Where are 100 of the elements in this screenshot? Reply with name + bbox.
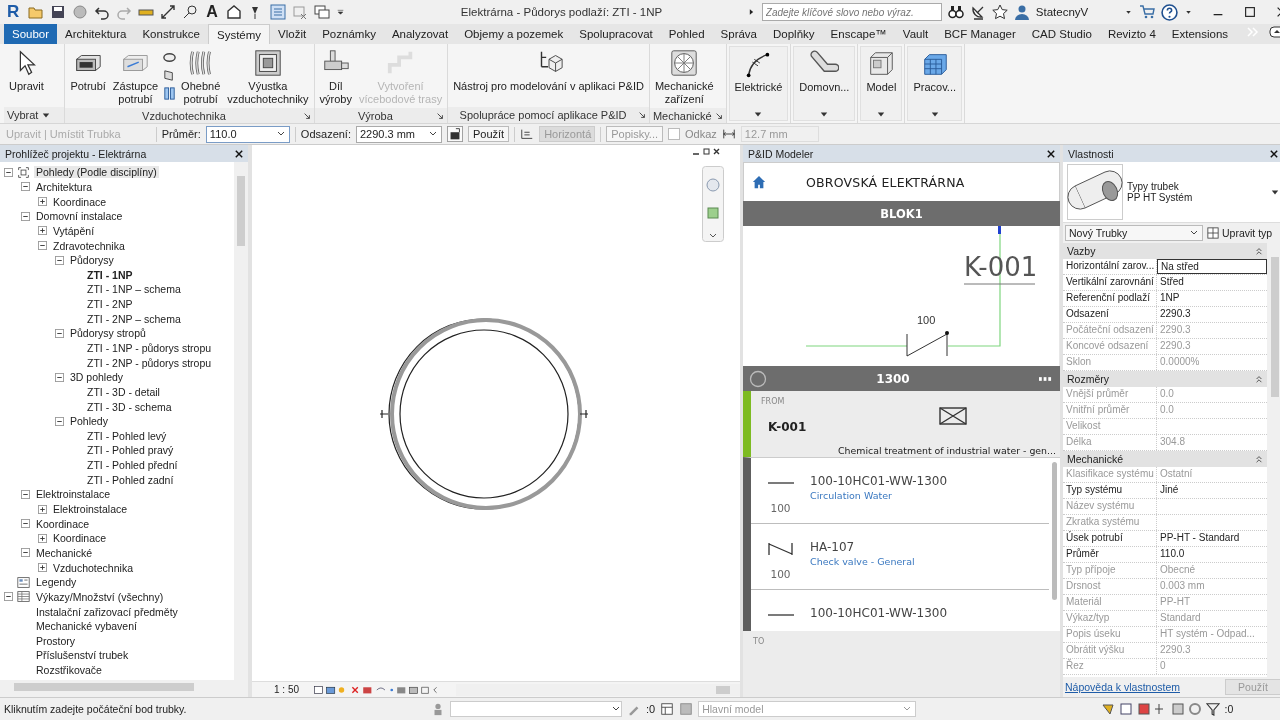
user-icon[interactable] [1013,4,1030,20]
tree-item[interactable]: Půdorysy stropů [68,327,148,340]
ribbon-tab[interactable]: Analyzovat [383,24,457,44]
circle-icon[interactable] [749,369,767,388]
ribbon-button[interactable]: Díl výroby [316,46,355,108]
close-icon[interactable] [1270,149,1278,158]
ribbon-tab[interactable]: Pohled [660,24,713,44]
tree-item[interactable]: Prostory [34,634,78,647]
tree-item[interactable]: Architektura [34,180,95,193]
expand-icon[interactable] [38,533,47,543]
satellite-icon[interactable] [969,4,986,20]
diameter-dropdown[interactable]: 110.0 [205,125,290,143]
property-value[interactable]: 1NP [1157,291,1267,306]
home-icon[interactable] [752,175,766,189]
property-group-header[interactable]: Rozměry [1063,371,1267,387]
ribbon-button[interactable]: Zástupce potrubí [109,46,162,108]
tree-item[interactable]: ZTI - 1NP [85,268,135,281]
tree-item[interactable]: ZTI - 2NP [85,298,135,311]
caret-icon[interactable] [42,111,51,119]
collapsed-panel-button[interactable]: Domovn... [793,46,856,121]
ribbon-button[interactable]: Potrubí [67,46,109,95]
tree-item[interactable]: Domovní instalace [34,210,125,223]
type-selector[interactable]: Typy trubek PP HT Systém [1063,162,1280,223]
tree-item[interactable]: ZTI - 2NP – schema [85,312,183,325]
property-value[interactable]: Střed [1157,275,1267,290]
design-options-icon[interactable] [660,702,675,716]
tree-item[interactable]: Mechanické [34,546,95,559]
tree-item[interactable]: Půdorysy [68,254,116,267]
edit-type-button[interactable]: Upravit typ [1207,227,1273,239]
component-list-item[interactable]: 100 HA-107 Check valve - General [751,524,1049,590]
close-icon[interactable] [235,149,243,158]
tree-item[interactable]: 3D pohledy [68,371,126,384]
scrollbar[interactable] [1267,243,1280,677]
property-value[interactable]: PP-HT - Standard [1157,531,1267,546]
tag-icon[interactable] [182,4,199,20]
view-scale[interactable]: 1 : 50 [274,684,300,695]
expand-icon[interactable] [38,226,47,236]
tree-item[interactable]: ZTI - 3D - schema [85,400,174,413]
collapsed-panel-button[interactable]: Elektrické [728,46,789,121]
tree-item[interactable]: Vytápění [51,224,97,237]
tree-item[interactable]: Koordinace [34,517,92,530]
expand-icon[interactable] [38,197,47,207]
tree-item[interactable]: ZTI - 3D - detail [85,385,162,398]
selection-options-icons-drawing[interactable] [1100,701,1201,717]
tree-item[interactable]: Rozstřikovače [34,664,104,677]
expand-icon[interactable] [38,563,47,573]
tree-item[interactable]: ZTI - 1NP - půdorys stropu [85,342,214,354]
pid-diagram[interactable]: K-001 100 [743,226,1059,366]
ribbon-tab[interactable]: Doplňky [765,24,823,44]
text-tool-button[interactable]: A [204,3,220,21]
ribbon-button[interactable]: Ohebné potrubí [178,46,224,108]
scrollbar[interactable] [456,683,740,696]
scrollbar[interactable] [0,680,248,697]
offset-dropdown[interactable]: 2290.3 mm [356,125,442,143]
collapse-icon[interactable] [21,519,30,529]
ribbon-tab[interactable]: Poznámky [314,24,384,44]
collapse-icon[interactable] [21,182,30,192]
dialog-launcher-icon[interactable] [637,111,646,119]
property-group-header[interactable]: Mechanické [1063,451,1267,467]
ribbon-tab[interactable]: Revizto 4 [1099,24,1164,44]
cart-icon[interactable] [1139,4,1156,20]
ribbon-tab[interactable]: Systémy [208,24,271,44]
ribbon-button[interactable]: Výustka vzduchotechniky [224,46,312,108]
undo-icon[interactable] [94,4,111,20]
collapse-icon[interactable] [21,489,30,499]
collapse-icon[interactable] [4,592,13,602]
duct-fitting-icon[interactable] [162,50,178,65]
tree-item[interactable]: Zdravotechnika [51,239,127,252]
tree-item[interactable]: ZTI - Pohled zadní [85,473,176,486]
app-logo[interactable]: R [4,2,23,22]
ribbon-tab[interactable]: Spolupracovat [571,24,661,44]
ribbon-tab[interactable]: BCF Manager [936,24,1024,44]
dimension-icon[interactable] [160,4,177,20]
component-list-item[interactable]: 100-10HC01-WW-1300 [751,590,1049,630]
star-icon[interactable] [991,4,1008,20]
house-icon[interactable] [225,4,242,20]
binoculars-icon[interactable] [947,4,964,20]
ribbon-button[interactable]: Mechanické zařízení [651,46,717,108]
dialog-launcher-icon[interactable] [302,111,311,120]
instance-dropdown[interactable]: Nový Trubky [1065,225,1203,241]
ribbon-tab[interactable]: Enscape™ [822,24,895,44]
property-value[interactable]: 110.0 [1157,547,1267,562]
collapsed-panel-button[interactable]: Model [860,46,903,121]
scrollbar[interactable] [234,162,248,680]
tree-item[interactable]: ZTI - Pohled pravý [85,444,176,457]
expand-icon[interactable] [38,504,47,514]
tree-item[interactable]: Výkazy/Množství (všechny) [34,590,166,603]
ribbon-tab[interactable]: Správa [712,24,765,44]
dialog-launcher-icon[interactable] [436,111,445,120]
tree-item[interactable]: Instalační zařizovací předměty [34,605,180,618]
filter-icon[interactable] [1205,702,1220,716]
open-folder-icon[interactable] [28,4,45,20]
collapse-icon[interactable] [4,167,13,177]
maximize-icon[interactable] [1243,5,1258,19]
ribbon-tab[interactable]: CAD Studio [1023,24,1100,44]
tree-item[interactable]: ZTI - 2NP - půdorys stropu [85,356,214,369]
component-list-item[interactable]: 100 100-10HC01-WW-1300 Circulation Water [751,458,1049,524]
tree-item[interactable]: ZTI - Pohled levý [85,429,169,442]
collapse-icon[interactable] [38,241,47,250]
collapsed-panel-button[interactable]: Pracov... [907,46,963,121]
